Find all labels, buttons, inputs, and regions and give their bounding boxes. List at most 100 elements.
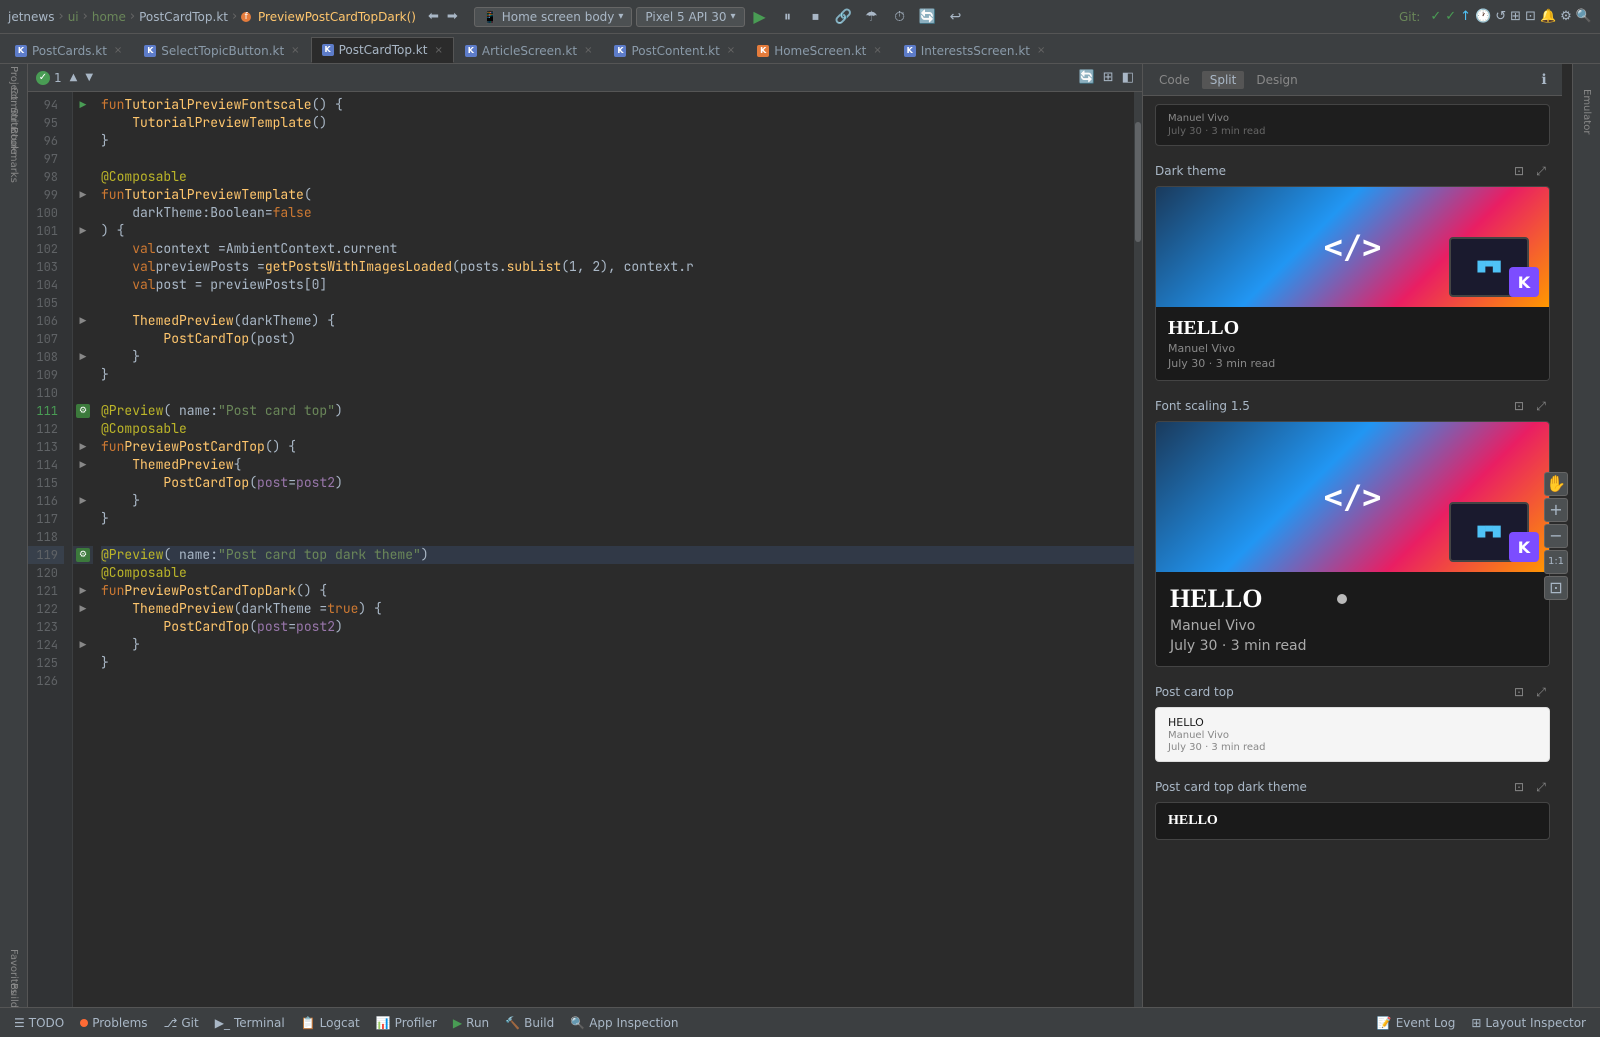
status-profiler[interactable]: 📊 Profiler [370,1012,443,1034]
gutter-113[interactable]: ▶ [73,438,93,456]
preview-counter-down[interactable]: ▼ [85,72,93,83]
emulator-panel[interactable]: Emulator [1576,72,1598,152]
git-push[interactable]: ↑ [1460,9,1471,24]
tab-interestsscreen-close[interactable]: × [1037,45,1045,56]
stop-button[interactable]: ⏹ [805,6,827,28]
tab-interestsscreen[interactable]: K InterestsScreen.kt × [893,37,1057,63]
history-button[interactable]: 🕐 [1475,9,1491,24]
rollback-button[interactable]: ↺ [1495,9,1506,24]
zoom-fit-btn[interactable]: ⊡ [1544,576,1568,600]
light-expand-btn[interactable]: ⤢ [1532,683,1550,701]
refresh-preview[interactable]: 🔄 [1079,70,1095,85]
hand-tool[interactable]: ✋ [1544,472,1568,496]
git-checkmark2[interactable]: ✓ [1445,9,1456,24]
gutter-121[interactable]: ▶ [73,582,93,600]
gutter-122[interactable]: ▶ [73,600,93,618]
status-terminal[interactable]: ▶_ Terminal [209,1012,291,1034]
status-layoutinspector[interactable]: ⊞ Layout Inspector [1465,1012,1592,1034]
fontscale-expand-btn[interactable]: ⤢ [1532,397,1550,415]
breadcrumb-ui[interactable]: ui [68,10,79,24]
tab-selecttopic[interactable]: K SelectTopicButton.kt × [133,37,310,63]
breadcrumb-file[interactable]: PostCardTop.kt [139,10,228,24]
gutter-120 [73,564,93,582]
layout-button[interactable]: ⊡ [1525,9,1536,24]
gutter-108[interactable]: ▶ [73,348,93,366]
zoom-ratio-btn[interactable]: 1:1 [1544,550,1568,574]
status-appinspection[interactable]: 🔍 App Inspection [564,1012,684,1034]
status-eventlog[interactable]: 📝 Event Log [1371,1012,1462,1034]
undo-button[interactable]: ↩ [945,6,967,28]
gutter-106[interactable]: ▶ [73,312,93,330]
breadcrumb-home[interactable]: home [92,10,126,24]
gutter-101[interactable]: ▶ [73,222,93,240]
fontscale-label: Font scaling 1.5 [1155,399,1250,413]
tab-postcardtop-close[interactable]: × [434,45,442,56]
code-area: 94 95 96 97 98 99 100 101 102 103 104 10… [28,92,1142,1007]
breadcrumb-sep4: › [232,9,237,24]
zoom-out-btn[interactable]: − [1544,524,1568,548]
code-line-126 [101,672,1134,690]
tab-code[interactable]: Code [1151,71,1198,89]
dark-save-btn[interactable]: ⊡ [1510,162,1528,180]
tab-articlescreen-close[interactable]: × [584,45,592,56]
zoom-controls: ✋ + − 1:1 ⊡ [1540,468,1572,604]
tab-postcontent-close[interactable]: × [727,45,735,56]
search-button[interactable]: 🔍 [1576,9,1592,24]
status-build[interactable]: 🔨 Build [499,1012,560,1034]
status-todo[interactable]: ☰ TODO [8,1012,70,1034]
tab-selecttopic-close[interactable]: × [291,45,299,56]
preview-selector[interactable]: 📱 Home screen body ▾ [474,7,633,27]
gutter-116[interactable]: ▶ [73,492,93,510]
light-save-btn[interactable]: ⊡ [1510,683,1528,701]
gutter-99[interactable]: ▶ [73,186,93,204]
tab-homescreen[interactable]: K HomeScreen.kt × [746,37,893,63]
favorites-tool[interactable]: Favorites [3,961,25,983]
gutter-124[interactable]: ▶ [73,636,93,654]
profile-button[interactable]: ⏱ [889,6,911,28]
run-button[interactable]: ▶ [749,6,771,28]
tab-postcardtop[interactable]: K PostCardTop.kt × [311,37,454,63]
code-lines[interactable]: fun TutorialPreviewFontscale() { Tutoria… [93,92,1134,1007]
gutter-119[interactable]: ⚙ [73,546,93,564]
tab-homescreen-close[interactable]: × [873,45,881,56]
coverage-button[interactable]: ☂ [861,6,883,28]
info-icon[interactable]: ℹ [1534,70,1554,90]
layers-preview[interactable]: ◧ [1122,70,1134,85]
dark2-save-btn[interactable]: ⊡ [1510,778,1528,796]
preview-counter-up[interactable]: ▲ [70,72,78,83]
notification-button[interactable]: 🔔 [1540,9,1556,24]
dark-card: </> █▀█ K HELLO Manuel Vivo July 30 · 3 … [1155,186,1550,381]
build-variants[interactable]: ⊞ [1510,9,1521,24]
status-problems[interactable]: Problems [74,1012,153,1034]
tab-split[interactable]: Split [1202,71,1245,89]
dark2-expand-btn[interactable]: ⤢ [1532,778,1550,796]
tab-postcards-close[interactable]: × [114,45,122,56]
zoom-in-btn[interactable]: + [1544,498,1568,522]
preview-content[interactable]: Manuel Vivo July 30 · 3 min read Dark th… [1143,96,1562,1007]
attach-button[interactable]: 🔗 [833,6,855,28]
status-git[interactable]: ⎇ Git [158,1012,205,1034]
tab-articlescreen[interactable]: K ArticleScreen.kt × [454,37,604,63]
status-run[interactable]: ▶ Run [447,1012,495,1034]
git-checkmark1[interactable]: ✓ [1430,9,1441,24]
build-tool[interactable]: Build [3,985,25,1007]
nav-back[interactable]: ⬅ [428,9,439,24]
gutter-114[interactable]: ▶ [73,456,93,474]
dark-expand-btn[interactable]: ⤢ [1532,162,1550,180]
device-selector[interactable]: Pixel 5 API 30 ▾ [636,7,744,27]
tab-design[interactable]: Design [1248,71,1305,89]
grid-preview[interactable]: ⊞ [1103,70,1114,85]
tab-postcards[interactable]: K PostCards.kt × [4,37,133,63]
nav-forward[interactable]: ➡ [447,9,458,24]
code-scroll-thumb[interactable] [1135,122,1141,242]
settings-button[interactable]: ⚙ [1560,9,1572,24]
sync-button[interactable]: 🔄 [917,6,939,28]
tab-postcontent[interactable]: K PostContent.kt × [603,37,746,63]
debug-button[interactable]: ⏸ [777,6,799,28]
code-scrollbar[interactable] [1134,92,1142,1007]
gutter-94[interactable]: ▶ [73,96,93,114]
bookmarks-tool[interactable]: Bookmarks [3,144,25,166]
gutter-111[interactable]: ⚙ [73,402,93,420]
fontscale-save-btn[interactable]: ⊡ [1510,397,1528,415]
status-logcat[interactable]: 📋 Logcat [295,1012,366,1034]
